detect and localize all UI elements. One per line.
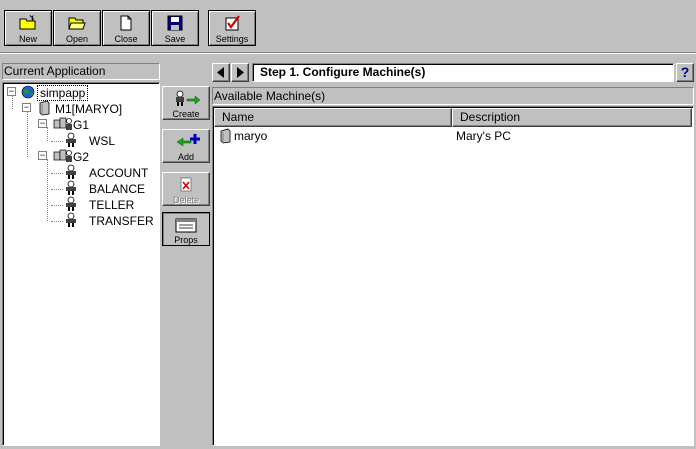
forward-button[interactable] bbox=[231, 63, 249, 82]
tree-node-g2[interactable]: G2 bbox=[53, 148, 89, 164]
tree-node-simpapp[interactable]: simpapp bbox=[20, 84, 89, 102]
triangle-right-icon bbox=[237, 67, 244, 78]
floppy-disk-icon bbox=[152, 14, 198, 34]
machine-list[interactable]: Name Description maryo Mary's PC bbox=[212, 106, 694, 446]
tree-connector bbox=[12, 95, 13, 109]
close-document-icon bbox=[103, 14, 149, 34]
tree-node-account[interactable]: ACCOUNT bbox=[63, 164, 148, 180]
delete-x-icon bbox=[163, 175, 209, 195]
machine-description-cell: Mary's PC bbox=[456, 129, 511, 143]
tree-connector bbox=[47, 159, 48, 221]
add-button[interactable]: Add bbox=[162, 129, 210, 163]
properties-icon bbox=[163, 215, 209, 235]
machine-icon bbox=[36, 100, 52, 120]
machine-icon bbox=[219, 128, 233, 148]
close-button[interactable]: Close bbox=[102, 10, 150, 46]
tree-connector bbox=[47, 127, 48, 141]
tree-connector bbox=[51, 173, 63, 174]
tree-node-machine[interactable]: M1[MARYO] bbox=[36, 100, 122, 116]
help-icon: ? bbox=[680, 64, 690, 80]
tree-node-transfer[interactable]: TRANSFER bbox=[63, 212, 154, 228]
tree-connector bbox=[51, 221, 63, 222]
tree-node-teller[interactable]: TELLER bbox=[63, 196, 134, 212]
machine-name-cell: maryo bbox=[234, 129, 268, 143]
current-application-header: Current Application bbox=[2, 63, 160, 80]
tree-connector bbox=[51, 141, 63, 142]
tree-connector bbox=[51, 205, 63, 206]
new-button[interactable]: New bbox=[4, 10, 52, 46]
table-row[interactable]: maryo Mary's PC bbox=[214, 128, 692, 144]
column-header-description[interactable]: Description bbox=[452, 108, 692, 127]
checkmark-clipboard-icon bbox=[209, 14, 255, 34]
collapse-icon[interactable]: − bbox=[38, 119, 47, 128]
available-machines-label: Available Machine(s) bbox=[212, 87, 694, 105]
tree-connector bbox=[27, 111, 28, 157]
open-folder-icon bbox=[54, 14, 100, 34]
collapse-icon[interactable]: − bbox=[7, 87, 16, 96]
column-header-name[interactable]: Name bbox=[214, 108, 452, 127]
tree-node-balance[interactable]: BALANCE bbox=[63, 180, 145, 196]
add-plus-icon bbox=[163, 132, 209, 152]
collapse-icon[interactable]: − bbox=[22, 103, 31, 112]
globe-icon bbox=[20, 84, 36, 104]
tree-node-g1[interactable]: G1 bbox=[53, 116, 89, 132]
open-button[interactable]: Open bbox=[53, 10, 101, 46]
delete-button[interactable]: Delete bbox=[162, 172, 210, 206]
server-icon bbox=[63, 212, 79, 232]
triangle-left-icon bbox=[217, 67, 224, 78]
settings-button[interactable]: Settings bbox=[208, 10, 256, 46]
props-button[interactable]: Props bbox=[162, 212, 210, 246]
tree-node-wsl[interactable]: WSL bbox=[63, 132, 115, 148]
tree-connector bbox=[51, 189, 63, 190]
back-button[interactable] bbox=[212, 63, 230, 82]
collapse-icon[interactable]: − bbox=[38, 151, 47, 160]
new-folder-icon bbox=[5, 14, 51, 34]
toolbar: New Open Close Save Settings bbox=[0, 0, 696, 52]
application-tree[interactable]: − simpapp − M1[MARYO] − G1 WSL − G2 ACCO… bbox=[2, 82, 160, 446]
create-button[interactable]: Create bbox=[162, 86, 210, 120]
step-title: Step 1. Configure Machine(s) bbox=[252, 63, 674, 82]
save-button[interactable]: Save bbox=[151, 10, 199, 46]
toolbar-separator bbox=[0, 52, 696, 54]
create-arrow-icon bbox=[163, 89, 209, 109]
help-button[interactable]: ? bbox=[676, 63, 694, 82]
